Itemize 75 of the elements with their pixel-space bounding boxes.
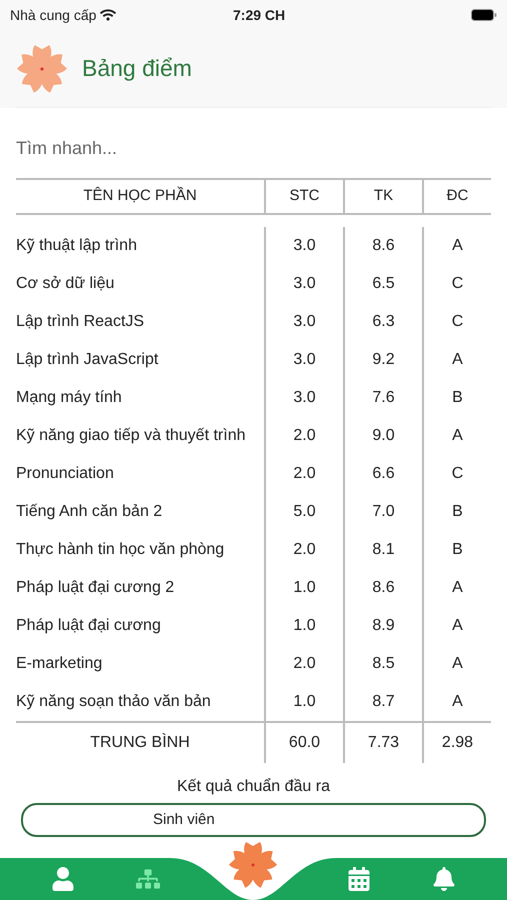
table-cell: 6.3 xyxy=(343,303,422,341)
table-cell: 3.0 xyxy=(264,227,343,265)
table-cell: 6.6 xyxy=(343,455,422,493)
table-cell: B xyxy=(422,531,491,569)
table-cell: 8.9 xyxy=(343,607,422,645)
section-title: Kết quả chuẩn đầu ra xyxy=(176,777,330,797)
table-cell: 3.0 xyxy=(264,379,343,417)
course-name: Cơ sở dữ liệu xyxy=(16,274,116,294)
course-name: Mạng máy tính xyxy=(16,388,123,408)
table-cell: 8.5 xyxy=(343,645,422,683)
table-cell: 7.0 xyxy=(343,493,422,531)
table-cell: 8.1 xyxy=(343,531,422,569)
table-cell: 8.6 xyxy=(343,569,422,607)
status-time: 7:29 CH xyxy=(233,6,286,24)
course-name: Lập trình ReactJS xyxy=(16,312,146,332)
table-cell: 8.6 xyxy=(343,227,422,265)
user-icon xyxy=(50,867,75,891)
table-cell: 7.6 xyxy=(343,379,422,417)
course-name: Tiếng Anh căn bản 2 xyxy=(16,502,164,522)
table-cell: 3.0 xyxy=(264,265,343,303)
table-cell: 2.0 xyxy=(264,417,343,455)
course-name: Pháp luật đại cương xyxy=(16,616,162,636)
table-cell: A xyxy=(422,417,491,455)
battery-icon xyxy=(471,9,497,21)
table-cell: 2.98 xyxy=(422,723,491,763)
table-cell: 6.5 xyxy=(343,265,422,303)
table-cell: A xyxy=(422,341,491,379)
course-name: Kỹ thuật lập trình xyxy=(16,236,138,256)
flower-icon xyxy=(228,840,278,890)
table-cell: 8.7 xyxy=(343,683,422,721)
course-name: Pronunciation xyxy=(16,464,115,484)
table-cell: 7.73 xyxy=(343,723,422,763)
average-label: TRUNG BÌNH xyxy=(89,732,191,753)
table-cell: B xyxy=(422,379,491,417)
table-cell: 9.2 xyxy=(343,341,422,379)
column-header: STC xyxy=(264,180,343,213)
course-name: Kỹ năng giao tiếp và thuyết trình xyxy=(16,426,246,446)
table-cell: 1.0 xyxy=(264,683,343,721)
table-cell: A xyxy=(422,607,491,645)
table-cell: 60.0 xyxy=(264,723,343,763)
column-header: TÊN HỌC PHẦN xyxy=(82,186,198,206)
card-label: Sinh viên xyxy=(153,810,215,830)
column-header: ĐC xyxy=(422,180,491,213)
table-cell: 2.0 xyxy=(264,645,343,683)
bell-icon xyxy=(432,867,456,891)
course-name: E-marketing xyxy=(16,654,104,674)
table-cell: 9.0 xyxy=(343,417,422,455)
course-name: Thực hành tin học văn phòng xyxy=(16,540,226,560)
table-cell: A xyxy=(422,569,491,607)
table-cell: 2.0 xyxy=(264,531,343,569)
search-field[interactable]: Tìm nhanh... xyxy=(16,128,491,168)
table-cell: 5.0 xyxy=(264,493,343,531)
calendar-icon xyxy=(346,867,371,891)
table-cell: C xyxy=(422,303,491,341)
table-cell: B xyxy=(422,493,491,531)
page-title: Bảng điểm xyxy=(82,54,192,84)
column-header: TK xyxy=(343,180,422,213)
table-cell: A xyxy=(422,683,491,721)
flower-logo-icon xyxy=(16,42,68,94)
table-cell: 2.0 xyxy=(264,455,343,493)
carrier-name: Nhà cung cấp xyxy=(10,6,96,25)
course-name: Pháp luật đại cương 2 xyxy=(16,578,176,598)
table-cell: C xyxy=(422,455,491,493)
table-cell: C xyxy=(422,265,491,303)
table-cell: 1.0 xyxy=(264,569,343,607)
course-name: Kỹ năng soạn thảo văn bản xyxy=(16,692,212,712)
course-name: Lập trình JavaScript xyxy=(16,350,160,370)
wifi-icon xyxy=(100,8,116,22)
table-cell: A xyxy=(422,645,491,683)
table-cell: 3.0 xyxy=(264,341,343,379)
table-cell: 1.0 xyxy=(264,607,343,645)
outcome-card[interactable]: Sinh viên xyxy=(21,803,486,837)
hierarchy-icon xyxy=(136,867,160,891)
table-cell: 3.0 xyxy=(264,303,343,341)
table-cell: A xyxy=(422,227,491,265)
